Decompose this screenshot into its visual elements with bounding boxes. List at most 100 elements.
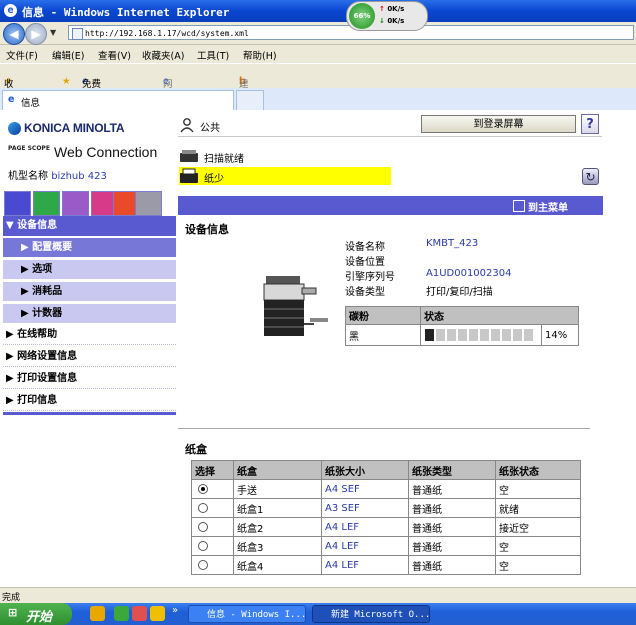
speed-percent: 66%: [349, 3, 375, 29]
back-button[interactable]: ◀: [3, 23, 25, 45]
tray-state: 就绪: [495, 498, 581, 518]
login-button[interactable]: 到登录屏幕: [421, 115, 576, 133]
tray-name: 纸盒2: [233, 517, 322, 537]
tray-name: 手送: [233, 479, 322, 499]
web-connection-logo: Web Connection: [54, 144, 158, 160]
box-mode-icon[interactable]: [62, 191, 89, 216]
favorites-bar: ★ 收藏夹 ★ e 免费 Hotmail e 网页快讯库 ▾ b 建议网站 ▾: [0, 63, 636, 157]
address-text: http://192.168.1.17/wcd/system.xml: [85, 29, 249, 38]
tab-info[interactable]: e 信息: [2, 90, 234, 110]
menu-edit[interactable]: 编辑(E): [52, 48, 84, 62]
tray-radio-button[interactable]: [198, 559, 208, 570]
menu-help[interactable]: 帮助(H): [243, 48, 277, 62]
tray-size: A4 LEF: [321, 555, 409, 575]
tray-radio[interactable]: [191, 555, 234, 575]
menu-view[interactable]: 查看(V): [98, 48, 131, 62]
printer-status-icon: [180, 168, 198, 183]
tab-bar: e 信息: [0, 88, 636, 111]
job-mode-icon[interactable]: [33, 191, 60, 216]
field-label: 设备位置: [345, 257, 385, 268]
sidebar-item-config-summary[interactable]: ▶ 配置概要: [3, 237, 176, 257]
table-row: 纸盒4 A4 LEF 普通纸空: [191, 555, 581, 575]
upload-arrow-icon: ↑: [379, 5, 385, 13]
pagescope-logo: PAGE SCOPE: [8, 145, 50, 152]
menu-file[interactable]: 文件(F): [6, 48, 38, 62]
menu-favorites[interactable]: 收藏夹(A): [142, 48, 184, 62]
tray-radio-button[interactable]: [198, 540, 208, 551]
quicklaunch-icon-2[interactable]: [114, 606, 129, 621]
sidebar-online-help[interactable]: ▶ 在线帮助: [3, 325, 176, 345]
sidebar-item-counter[interactable]: ▶ 计数器: [3, 303, 176, 323]
status-text: 完成: [2, 593, 21, 603]
history-dropdown-icon[interactable]: ▼: [50, 28, 56, 37]
toner-header: 碳粉: [345, 306, 421, 325]
user-type: 公共: [200, 123, 220, 134]
sidebar-print-settings[interactable]: ▶ 打印设置信息: [3, 369, 176, 389]
scan-status: 扫描就绪: [204, 154, 244, 165]
tray-radio[interactable]: [191, 536, 234, 556]
field-label: 设备类型: [345, 287, 385, 298]
new-tab-button[interactable]: [236, 90, 264, 110]
sidebar-network-info[interactable]: ▶ 网络设置信息: [3, 347, 176, 367]
tray-radio-button[interactable]: [198, 483, 208, 494]
toner-segment: [513, 329, 522, 341]
sidebar-item-consumables[interactable]: ▶ 消耗品: [3, 281, 176, 301]
download-arrow-icon: ↓: [379, 17, 385, 25]
ie-tab-icon: e: [8, 94, 15, 105]
taskbar-ie-window[interactable]: 信息 - Windows I...: [188, 605, 306, 623]
konica-logo-icon: [8, 122, 21, 135]
tab-label: 信息: [21, 98, 41, 109]
sidebar-bottom-bar: [3, 412, 176, 415]
table-header-row: 选择 纸盒 纸张大小 纸张类型 纸张状态: [191, 460, 581, 480]
device-info-mode-icon[interactable]: [4, 191, 31, 216]
brand-logo: KONICA MINOLTA: [24, 121, 125, 135]
toner-segment: [524, 329, 533, 341]
main-menu-link[interactable]: 到主菜单: [528, 199, 568, 214]
address-toolbar: ◀ ▶ ▼ http://192.168.1.17/wcd/system.xml: [0, 22, 636, 45]
upload-speed: 0K/s: [387, 5, 405, 13]
sidebar-device-info[interactable]: ▼ 设备信息: [3, 216, 176, 236]
taskbar-word-window[interactable]: 新建 Microsoft O...: [312, 605, 430, 623]
tray-state: 接近空: [495, 517, 581, 537]
tray-radio-button[interactable]: [198, 521, 208, 532]
toner-segment: [436, 329, 445, 341]
window-title: 信息 - Windows Internet Explorer: [22, 6, 230, 19]
quicklaunch-icon-1[interactable]: [90, 606, 105, 621]
refresh-icon[interactable]: ↻: [582, 168, 599, 185]
quicklaunch-icon-3[interactable]: [132, 606, 147, 621]
toner-table: 碳粉 状态 黑 14%: [345, 306, 579, 346]
toner-level-bar: [420, 324, 542, 346]
tray-state: 空: [495, 536, 581, 556]
tray-state: 空: [495, 479, 581, 499]
col-type: 纸张类型: [408, 460, 496, 480]
help-button[interactable]: ?: [581, 114, 599, 134]
network-speed-meter[interactable]: 66% ↑ 0K/s ↓ 0K/s: [346, 1, 428, 31]
tray-radio[interactable]: [191, 517, 234, 537]
start-button[interactable]: ⊞ 开始: [0, 603, 72, 625]
table-row: 纸盒2 A4 LEF 普通纸 接近空: [191, 517, 581, 537]
section-divider: [178, 428, 590, 429]
tray-name: 纸盒1: [233, 498, 322, 518]
sidebar-item-options[interactable]: ▶ 选项: [3, 259, 176, 279]
forward-button[interactable]: ▶: [25, 23, 47, 45]
sidebar-print-info[interactable]: ▶ 打印信息: [3, 391, 176, 411]
tray-type: 普通纸: [408, 536, 496, 556]
maintenance-mode-icon[interactable]: [135, 191, 162, 216]
toner-segment: [480, 329, 489, 341]
tray-radio[interactable]: [191, 498, 234, 518]
paper-tray-table: 选择 纸盒 纸张大小 纸张类型 纸张状态 手送 A4 SEF 普通纸空纸盒1 A3 S…: [191, 460, 581, 575]
tray-type: 普通纸: [408, 555, 496, 575]
tray-radio-button[interactable]: [198, 502, 208, 513]
device-type-value: 打印/复印/扫描: [426, 287, 493, 298]
col-select: 选择: [191, 460, 234, 480]
menu-tools[interactable]: 工具(T): [197, 48, 229, 62]
header-divider: [178, 136, 602, 137]
tray-type: 普通纸: [408, 479, 496, 499]
scanner-icon: [180, 150, 198, 162]
quicklaunch-more-icon[interactable]: »: [172, 605, 178, 616]
tray-size: A4 LEF: [321, 536, 409, 556]
quicklaunch-icon-4[interactable]: [150, 606, 165, 621]
field-label: 引擎序列号: [345, 272, 395, 283]
tray-type: 普通纸: [408, 517, 496, 537]
tray-radio[interactable]: [191, 479, 234, 499]
